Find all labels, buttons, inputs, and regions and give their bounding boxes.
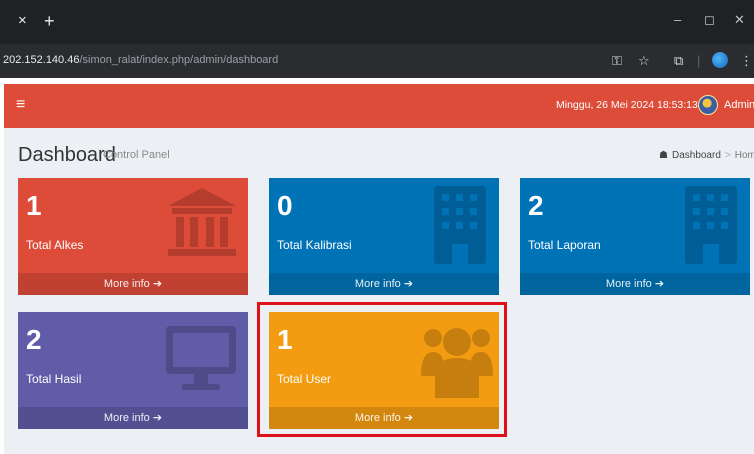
breadcrumb-dashboard[interactable]: Dashboard [672,150,721,161]
address-bar: 202.152.140.46/simon_ralat/index.php/adm… [0,44,754,78]
dashboard-icon: ☗ [659,150,668,161]
stat-box-hasil: 2 Total Hasil More info ➔ [18,312,248,429]
stat-value: 2 [528,190,544,221]
more-info-link[interactable]: More info ➔ [18,407,248,429]
stat-label: Total Laporan [528,238,601,252]
stat-label: Total Alkes [26,238,84,252]
stat-value: 0 [277,190,293,221]
minimize-icon[interactable]: – [674,12,681,27]
building-icon [434,186,486,264]
star-icon[interactable]: ☆ [638,53,650,69]
profile-avatar-icon[interactable] [712,52,728,68]
url-path: /simon_ralat/index.php/admin/dashboard [79,54,279,66]
stat-box-kalibrasi: 0 Total Kalibrasi More info ➔ [269,178,499,295]
extension-icon[interactable]: ⧉ [674,53,683,69]
key-icon[interactable]: ⚿ [612,53,622,69]
arrow-circle-right-icon: ➔ [152,278,163,290]
browser-tab-bar: × + – ◻ ✕ [0,0,754,44]
highlight-box [257,302,507,437]
user-avatar[interactable] [698,95,718,115]
page-title: Dashboard [18,144,116,166]
stat-value: 1 [26,190,42,221]
more-info-label: More info [605,278,652,290]
stat-box-laporan: 2 Total Laporan More info ➔ [520,178,750,295]
breadcrumb: ☗ Dashboard> Home [659,150,754,161]
new-tab-icon[interactable]: + [44,11,55,31]
close-tab-icon[interactable]: × [18,11,27,31]
stat-label: Total Kalibrasi [277,238,352,252]
arrow-circle-right-icon: ➔ [152,412,163,424]
app-header: ≡ Minggu, 26 Mei 2024 18:53:13 Admin [4,84,754,128]
url-host: 202.152.140.46 [3,54,80,66]
hamburger-icon[interactable]: ≡ [16,96,25,114]
more-info-label: More info [103,278,150,290]
more-info-link[interactable]: More info ➔ [269,273,499,295]
url-field[interactable]: 202.152.140.46/simon_ralat/index.php/adm… [3,54,278,66]
page-subtitle: Control Panel [103,149,170,161]
breadcrumb-separator: > [724,150,731,161]
building-icon [685,186,737,264]
desktop-icon [166,326,236,390]
stat-value: 2 [26,324,42,355]
window-close-icon[interactable]: ✕ [734,12,745,28]
divider: | [697,53,701,68]
bank-icon [168,188,236,256]
stat-label: Total Hasil [26,372,82,386]
stat-box-alkes: 1 Total Alkes More info ➔ [18,178,248,295]
breadcrumb-home[interactable]: Home [735,150,754,161]
header-datetime: Minggu, 26 Mei 2024 18:53:13 [556,99,698,111]
more-info-label: More info [354,278,401,290]
arrow-circle-right-icon: ➔ [403,278,414,290]
browser-menu-icon[interactable]: ⋮ [740,53,753,69]
more-info-link[interactable]: More info ➔ [520,273,750,295]
more-info-label: More info [103,412,150,424]
user-name[interactable]: Admin [724,99,754,111]
more-info-link[interactable]: More info ➔ [18,273,248,295]
restore-icon[interactable]: ◻ [704,12,715,28]
arrow-circle-right-icon: ➔ [654,278,665,290]
